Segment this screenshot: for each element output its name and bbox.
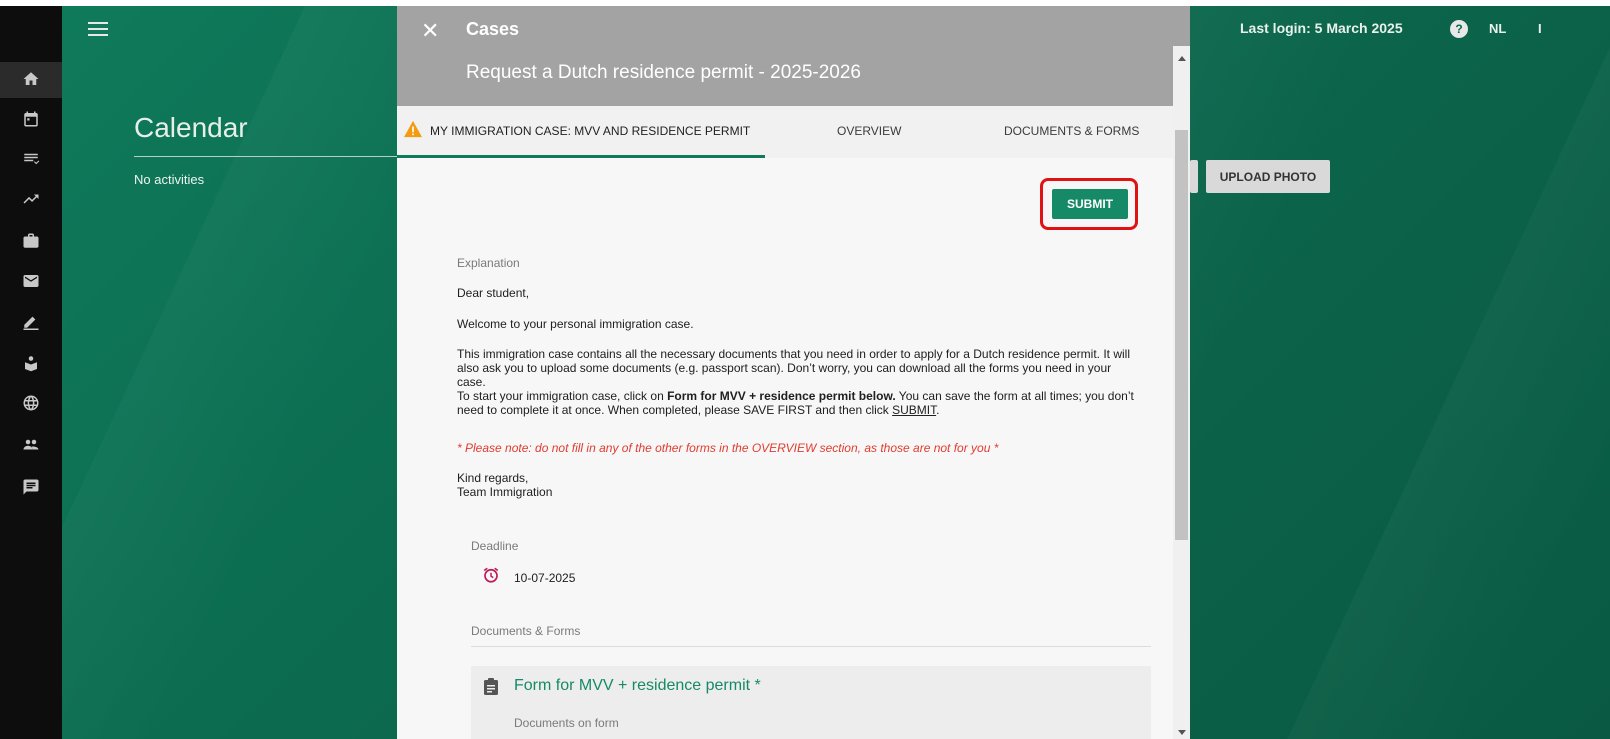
help-icon[interactable]: ? xyxy=(1450,20,1468,38)
team-text: Team Immigration xyxy=(457,485,553,499)
instructions-paragraph: To start your immigration case, click on… xyxy=(457,389,1134,417)
chat-icon[interactable] xyxy=(20,476,42,498)
case-tabs: MY IMMIGRATION CASE: MVV AND RESIDENCE P… xyxy=(397,106,1173,158)
menu-icon[interactable] xyxy=(88,22,108,38)
intro-paragraph: This immigration case contains all the n… xyxy=(457,347,1130,389)
submit-link-text: SUBMIT xyxy=(892,403,937,417)
student-icon[interactable] xyxy=(20,352,42,374)
cases-panel: ✕ Cases Request a Dutch residence permit… xyxy=(397,6,1190,739)
greeting-text: Dear student, xyxy=(457,286,530,300)
clipboard-icon xyxy=(484,678,498,695)
documents-on-form-label: Documents on form xyxy=(514,716,619,730)
case-subtitle: Request a Dutch residence permit - 2025-… xyxy=(466,62,862,83)
tab-documents-forms[interactable]: DOCUMENTS & FORMS xyxy=(1004,124,1139,138)
form-link-text: Form for MVV + residence permit below. xyxy=(667,389,896,403)
documents-forms-label: Documents & Forms xyxy=(471,624,581,638)
section-divider xyxy=(471,646,1151,647)
scroll-down-icon[interactable] xyxy=(1178,730,1186,735)
user-initial[interactable]: I xyxy=(1538,21,1542,36)
checklist-icon[interactable] xyxy=(20,148,42,170)
regards-text: Kind regards, xyxy=(457,471,529,485)
mail-icon[interactable] xyxy=(20,270,42,292)
deadline-date: 10-07-2025 xyxy=(514,571,576,585)
note-text: * Please note: do not fill in any of the… xyxy=(457,441,999,455)
panel-scrollbar[interactable] xyxy=(1173,46,1190,739)
home-icon[interactable] xyxy=(20,68,42,90)
tab-immigration-case[interactable]: MY IMMIGRATION CASE: MVV AND RESIDENCE P… xyxy=(430,124,750,138)
scroll-up-icon[interactable] xyxy=(1178,56,1186,61)
hidden-button-edge[interactable] xyxy=(1190,160,1198,193)
calendar-title: Calendar xyxy=(134,112,248,143)
language-switch[interactable]: NL xyxy=(1489,21,1506,36)
edit-icon[interactable] xyxy=(20,310,42,332)
case-content: SUBMIT Explanation Dear student, Welcome… xyxy=(397,158,1173,739)
tab-overview[interactable]: OVERVIEW xyxy=(837,124,901,138)
panel-title: Cases xyxy=(466,19,520,39)
scroll-thumb[interactable] xyxy=(1175,130,1188,540)
calendar-divider xyxy=(134,156,399,157)
no-activities-text: No activities xyxy=(134,172,205,187)
briefcase-icon[interactable] xyxy=(20,230,42,252)
submit-button[interactable]: SUBMIT xyxy=(1052,189,1128,219)
last-login-text: Last login: 5 March 2025 xyxy=(1240,20,1403,36)
form-title-link[interactable]: Form for MVV + residence permit * xyxy=(514,677,761,695)
explanation-label: Explanation xyxy=(457,256,520,270)
panel-header: ✕ Cases Request a Dutch residence permit… xyxy=(397,6,1190,106)
trending-icon[interactable] xyxy=(20,188,42,210)
close-icon[interactable]: ✕ xyxy=(421,18,439,44)
form-card[interactable]: Form for MVV + residence permit * Docume… xyxy=(471,666,1151,739)
upload-photo-button[interactable]: UPLOAD PHOTO xyxy=(1206,160,1330,193)
people-icon[interactable] xyxy=(20,434,42,456)
welcome-text: Welcome to your personal immigration cas… xyxy=(457,317,694,331)
alarm-clock-icon xyxy=(483,567,499,583)
warning-icon xyxy=(404,120,422,138)
submit-highlight: SUBMIT xyxy=(1040,178,1138,230)
calendar-icon[interactable] xyxy=(20,108,42,130)
globe-icon[interactable] xyxy=(20,392,42,414)
deadline-label: Deadline xyxy=(471,539,519,553)
sidebar xyxy=(0,6,62,739)
